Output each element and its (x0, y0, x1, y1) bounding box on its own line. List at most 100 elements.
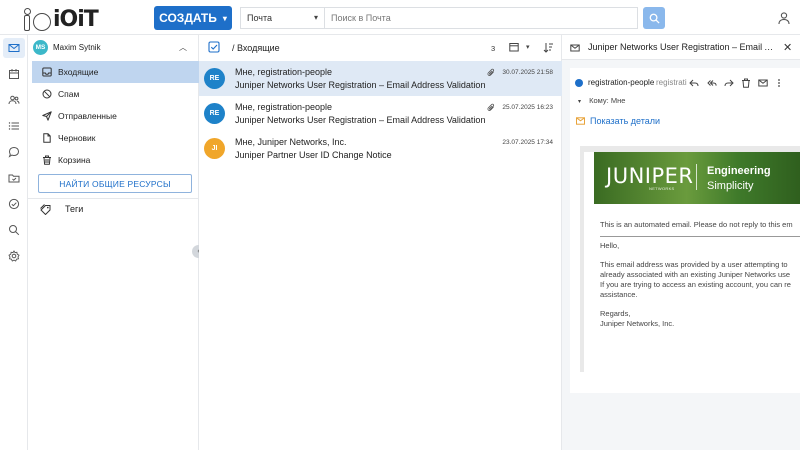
app-logo[interactable]: iOiT (24, 5, 100, 31)
message-date: 23.07.2025 17:34 (502, 139, 553, 146)
select-all-checkbox[interactable] (208, 41, 220, 53)
reader-subject: Juniper Networks User Registration – Ema… (588, 42, 778, 52)
search-input[interactable] (324, 7, 638, 29)
show-details-link[interactable]: Показать детали (576, 116, 660, 126)
sender-name[interactable]: registration-people (588, 78, 654, 87)
account-name: Maxim Sytnik (53, 43, 101, 52)
divider (28, 198, 199, 199)
avatar: MS (33, 40, 48, 55)
folder-label: Отправленные (58, 111, 117, 121)
recipients-row[interactable]: ▾ Кому: Мне (578, 96, 625, 105)
app-rail (0, 35, 28, 450)
more-vertical-icon[interactable] (774, 78, 784, 88)
message-from: Мне, registration-people (235, 67, 333, 77)
rail-checks[interactable] (3, 194, 25, 214)
message-subject: Juniper Networks User Registration – Ema… (235, 80, 486, 90)
avatar: JI (204, 138, 225, 159)
sent-icon (42, 111, 52, 121)
rail-mail[interactable] (3, 38, 25, 58)
draft-icon (43, 133, 51, 143)
email-text: Hello, (600, 241, 620, 250)
rail-search[interactable] (3, 220, 25, 240)
sender-avatar (575, 79, 583, 87)
close-icon[interactable]: ✕ (783, 41, 792, 54)
envelope-icon (576, 117, 585, 125)
find-shared-resources-button[interactable]: НАЙТИ ОБЩИЕ РЕСУРСЫ (38, 174, 192, 193)
tags-label: Теги (65, 204, 84, 214)
create-button[interactable]: СОЗДАТЬ ▾ (154, 6, 232, 30)
email-text: Regards, (600, 309, 631, 318)
folder-inbox[interactable]: Входящие (32, 61, 199, 83)
chevron-down-icon: ▾ (313, 13, 318, 22)
folder-drafts[interactable]: Черновик (32, 127, 199, 149)
logo-text: iOiT (53, 7, 99, 32)
sender-address: registrati (656, 78, 687, 87)
spam-icon (42, 89, 52, 99)
chevron-up-icon[interactable]: ︿ (179, 42, 187, 53)
logo-mark (24, 8, 31, 31)
message-row[interactable]: JI Мне, Juniper Networks, Inc. Juniper P… (199, 131, 562, 166)
list-header: / Входящие 3 ▾ (199, 35, 562, 60)
mail-icon (8, 44, 20, 52)
account-header[interactable]: MS Maxim Sytnik ︿ (28, 35, 199, 60)
show-details-label: Показать детали (590, 116, 661, 126)
mail-icon[interactable] (758, 78, 768, 88)
message-date: 30.07.2025 21:58 (502, 69, 553, 76)
chevron-down-icon[interactable]: ▾ (526, 43, 530, 51)
mail-icon (570, 44, 580, 52)
message-count: 3 (491, 44, 496, 53)
folder-label: Черновик (58, 133, 96, 143)
attachment-icon (487, 103, 495, 111)
reply-all-icon[interactable] (707, 78, 717, 88)
folder-sent[interactable]: Отправленные (32, 105, 199, 127)
inbox-icon (42, 67, 52, 77)
chevron-down-icon: ▾ (578, 99, 582, 105)
calendar-filter-icon[interactable] (509, 42, 519, 52)
chevron-down-icon: ▾ (222, 13, 227, 23)
rail-settings[interactable] (3, 246, 25, 266)
create-button-label: СОЗДАТЬ (159, 11, 217, 25)
avatar: RE (204, 68, 225, 89)
rail-contacts[interactable] (3, 90, 25, 110)
divider (600, 236, 800, 237)
forward-icon[interactable] (724, 78, 734, 88)
juniper-logo: JUNIPER (606, 164, 694, 188)
folder-spam[interactable]: Спам (32, 83, 199, 105)
email-text: If you are trying to access an existing … (600, 280, 791, 289)
settings-icon (8, 250, 20, 262)
email-text: Juniper Networks, Inc. (600, 319, 675, 328)
folder-icon (8, 174, 20, 183)
rail-calendar[interactable] (3, 64, 25, 84)
message-subject: Juniper Networks User Registration – Ema… (235, 115, 486, 125)
rail-tasks[interactable] (3, 116, 25, 136)
user-icon[interactable] (777, 11, 791, 25)
folder-panel: MS Maxim Sytnik ︿ Входящие Спам Отправле… (28, 35, 205, 450)
search-icon (649, 13, 660, 24)
banner-tagline-2: Simplicity (707, 180, 754, 192)
tags-section[interactable]: Теги (40, 201, 83, 217)
juniper-logo-sub: NETWORKS (649, 186, 675, 191)
email-text: already associated with an existing Juni… (600, 270, 791, 279)
message-card: registration-people registrati ▾ Кому: М… (570, 68, 800, 393)
banner-tagline-1: Engineering (707, 165, 771, 177)
folder-trash[interactable]: Корзина (32, 149, 199, 171)
reader-header: Juniper Networks User Registration – Ema… (562, 35, 800, 60)
message-subject: Juniper Partner User ID Change Notice (235, 150, 392, 160)
search-scope-value: Почта (247, 13, 272, 23)
reading-pane: Juniper Networks User Registration – Ema… (562, 35, 800, 450)
rail-files[interactable] (3, 168, 25, 188)
search-scope-select[interactable]: Почта ▾ (240, 7, 324, 29)
folder-label: Входящие (58, 67, 99, 77)
message-row[interactable]: RE Мне, registration-people Juniper Netw… (199, 61, 562, 96)
email-text: This email address was provided by a use… (600, 260, 788, 269)
reply-icon[interactable] (689, 78, 699, 88)
sort-icon[interactable] (543, 42, 554, 53)
search-button[interactable] (643, 7, 665, 29)
email-body: JUNIPER NETWORKS Engineering Simplicity … (580, 146, 800, 372)
rail-chat[interactable] (3, 142, 25, 162)
trash-icon (43, 155, 51, 165)
message-row[interactable]: RE Мне, registration-people Juniper Netw… (199, 96, 562, 131)
email-text: This is an automated email. Please do no… (600, 220, 793, 229)
folder-label: Корзина (58, 155, 91, 165)
trash-icon[interactable] (741, 78, 751, 88)
